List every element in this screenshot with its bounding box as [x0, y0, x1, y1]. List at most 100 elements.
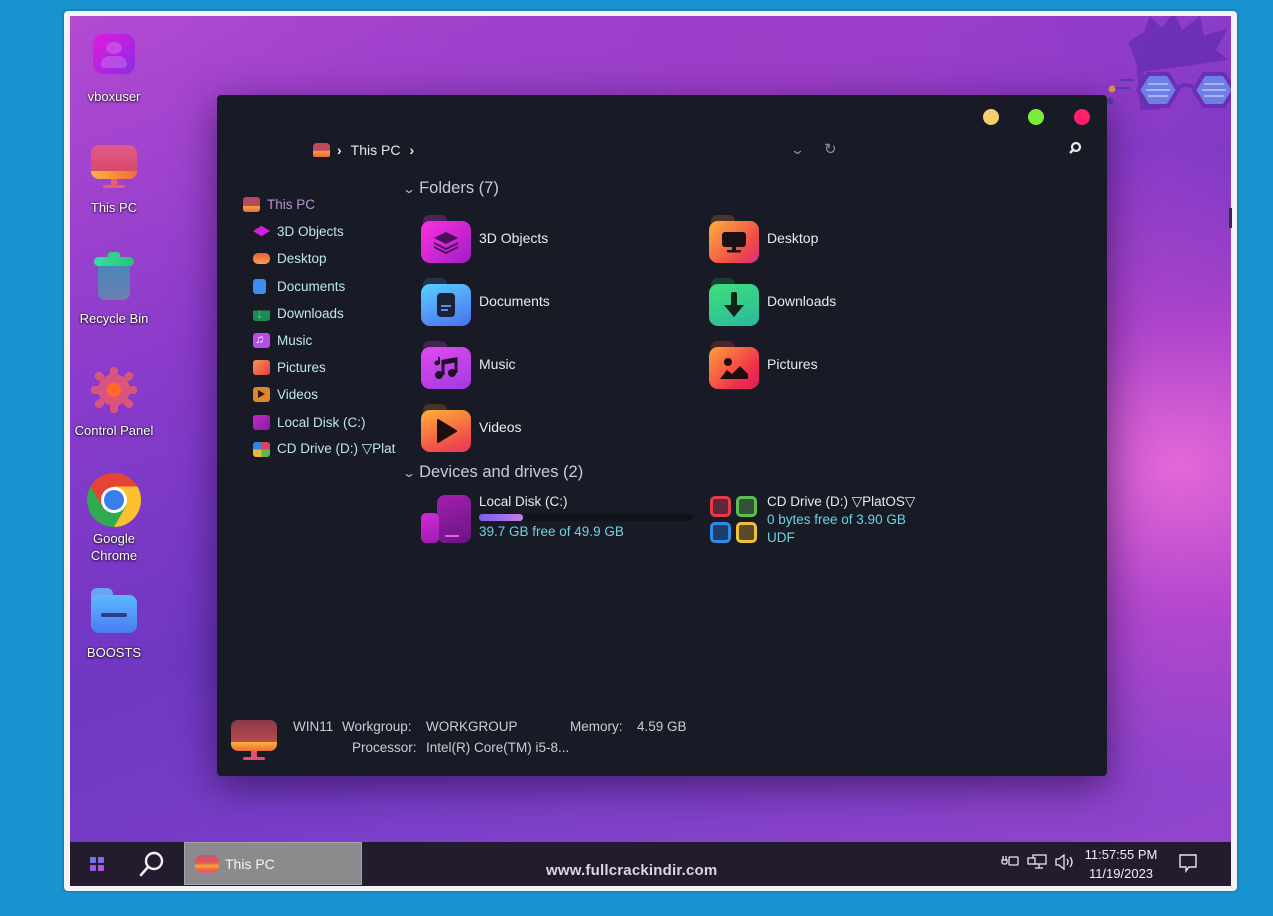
- recycle-bin-icon: [86, 252, 142, 308]
- nav-item-cd-drive[interactable]: CD Drive (D:) ▽Plat: [243, 436, 403, 463]
- folder-label: Desktop: [767, 230, 819, 246]
- devices-section-header[interactable]: ⌄ Devices and drives (2): [402, 463, 584, 482]
- notification-icon[interactable]: [1178, 853, 1198, 878]
- folder-label: Documents: [479, 293, 550, 309]
- nav-item-videos[interactable]: Videos: [243, 381, 403, 408]
- gear-icon: [86, 364, 142, 420]
- folders-section-header[interactable]: ⌄ Folders (7): [402, 179, 499, 198]
- nav-item-label: Downloads: [277, 305, 344, 321]
- nav-item-desktop[interactable]: Desktop: [243, 245, 403, 272]
- desktop-icon-boosts[interactable]: BOOSTS: [70, 586, 159, 661]
- nav-item-label: CD Drive (D:) ▽Plat: [277, 441, 396, 457]
- disk-usage-fill: [479, 514, 523, 521]
- drive-filesystem: UDF: [767, 530, 795, 545]
- cd-drive-icon: [709, 493, 763, 547]
- nav-item-label: 3D Objects: [277, 224, 344, 240]
- nav-item-music[interactable]: ♫ Music: [243, 327, 403, 354]
- processor-label: Processor:: [352, 740, 417, 755]
- desktop-icon-this-pc[interactable]: This PC: [70, 141, 159, 216]
- drive-cd-d[interactable]: CD Drive (D:) ▽PlatOS▽ 0 bytes free of 3…: [709, 493, 915, 549]
- nav-item-pictures[interactable]: Pictures: [243, 354, 403, 381]
- minimize-button[interactable]: [983, 109, 999, 125]
- computer-icon: [243, 197, 260, 213]
- clock-time: 11:57:55 PM: [1084, 847, 1158, 862]
- volume-icon[interactable]: [1054, 853, 1076, 873]
- file-explorer-window: › This PC › ⌄ ↻ This PC 3D Objects Deskt…: [217, 95, 1107, 776]
- desktop-icon-label: BOOSTS: [86, 645, 142, 660]
- drive-name: Local Disk (C:): [479, 494, 568, 509]
- layers-icon: [253, 225, 270, 237]
- clock-date: 11/19/2023: [1088, 866, 1154, 881]
- drive-local-disk-c[interactable]: Local Disk (C:) 39.7 GB free of 49.9 GB: [421, 493, 693, 549]
- nav-item-documents[interactable]: Documents: [243, 273, 403, 300]
- search-button[interactable]: [138, 850, 166, 883]
- processor-value: Intel(R) Core(TM) i5-8...: [426, 740, 570, 755]
- computer-name: WIN11: [293, 719, 334, 734]
- computer-icon: [231, 720, 279, 762]
- drive-name: CD Drive (D:) ▽PlatOS▽: [767, 494, 916, 509]
- drive-icon: [253, 414, 270, 430]
- picture-icon: [709, 339, 761, 389]
- folder-label: Music: [479, 356, 516, 372]
- document-icon: [421, 276, 473, 326]
- desktop-icon-recycle-bin[interactable]: Recycle Bin: [70, 252, 159, 327]
- clock[interactable]: 11:57:55 PM 11/19/2023: [1083, 845, 1159, 883]
- folder-label: Downloads: [767, 293, 837, 309]
- chevron-right-icon[interactable]: ›: [409, 142, 414, 158]
- folder-downloads[interactable]: Downloads: [709, 273, 969, 329]
- desktop-icon-vboxuser[interactable]: vboxuser: [70, 30, 159, 105]
- memory-label: Memory:: [570, 719, 623, 734]
- section-title: Folders (7): [419, 179, 499, 197]
- navigation-pane: This PC 3D Objects Desktop Documents ↓ D…: [243, 191, 403, 463]
- nav-item-label: Pictures: [277, 360, 326, 376]
- chevron-down-icon[interactable]: ⌄: [790, 142, 805, 158]
- resize-handle: [1229, 208, 1232, 228]
- nav-item-label: This PC: [267, 197, 316, 213]
- computer-icon: [86, 141, 142, 197]
- layers-icon: [421, 213, 473, 263]
- document-icon: [253, 278, 266, 294]
- breadcrumb-item-this-pc[interactable]: This PC: [351, 142, 401, 158]
- network-icon[interactable]: [1027, 854, 1047, 873]
- nav-item-3d-objects[interactable]: 3D Objects: [243, 218, 403, 245]
- desktop-icon-label: Recycle Bin: [79, 311, 149, 326]
- close-button[interactable]: [1074, 109, 1090, 125]
- folder-label: 3D Objects: [479, 230, 549, 246]
- nav-item-downloads[interactable]: ↓ Downloads: [243, 300, 403, 327]
- start-button[interactable]: [89, 856, 105, 872]
- section-title: Devices and drives (2): [419, 463, 584, 481]
- download-arrow-icon: [709, 276, 761, 326]
- nav-item-label: Music: [277, 333, 313, 349]
- folder-videos[interactable]: Videos: [421, 399, 681, 455]
- folder-3d-objects[interactable]: 3D Objects: [421, 210, 681, 266]
- brand-logo: [1100, 16, 1231, 130]
- search-icon[interactable]: [1068, 141, 1082, 159]
- nav-item-this-pc[interactable]: This PC: [243, 191, 403, 218]
- memory-value: 4.59 GB: [637, 719, 687, 734]
- music-note-icon: ♫: [253, 332, 270, 349]
- disk-usage-bar: [479, 514, 693, 521]
- folder-pictures[interactable]: Pictures: [709, 336, 969, 392]
- taskbar-item-this-pc[interactable]: This PC: [184, 842, 362, 885]
- folder-documents[interactable]: Documents: [421, 273, 681, 329]
- desktop-icon-google-chrome[interactable]: Google Chrome: [70, 472, 159, 564]
- details-pane: WIN11 Workgroup: WORKGROUP Memory: 4.59 …: [217, 707, 1107, 767]
- workgroup-value: WORKGROUP: [426, 719, 518, 734]
- nav-item-local-disk[interactable]: Local Disk (C:): [243, 409, 403, 436]
- drive-free-space: 39.7 GB free of 49.9 GB: [479, 524, 624, 539]
- folder-music[interactable]: Music: [421, 336, 681, 392]
- computer-icon: [195, 854, 219, 873]
- drive-icon: [421, 493, 475, 547]
- folder-desktop[interactable]: Desktop: [709, 210, 969, 266]
- computer-icon: [313, 143, 330, 157]
- cd-drive-icon: [253, 441, 270, 457]
- play-icon: [421, 402, 473, 452]
- music-note-icon: [421, 339, 473, 389]
- refresh-icon[interactable]: ↻: [824, 140, 837, 158]
- maximize-button[interactable]: [1028, 109, 1044, 125]
- download-arrow-icon: ↓: [253, 305, 270, 321]
- monitor-icon: [709, 213, 761, 263]
- power-icon[interactable]: [1001, 854, 1019, 871]
- folder-label: Videos: [479, 419, 522, 435]
- desktop-icon-control-panel[interactable]: Control Panel: [70, 364, 159, 439]
